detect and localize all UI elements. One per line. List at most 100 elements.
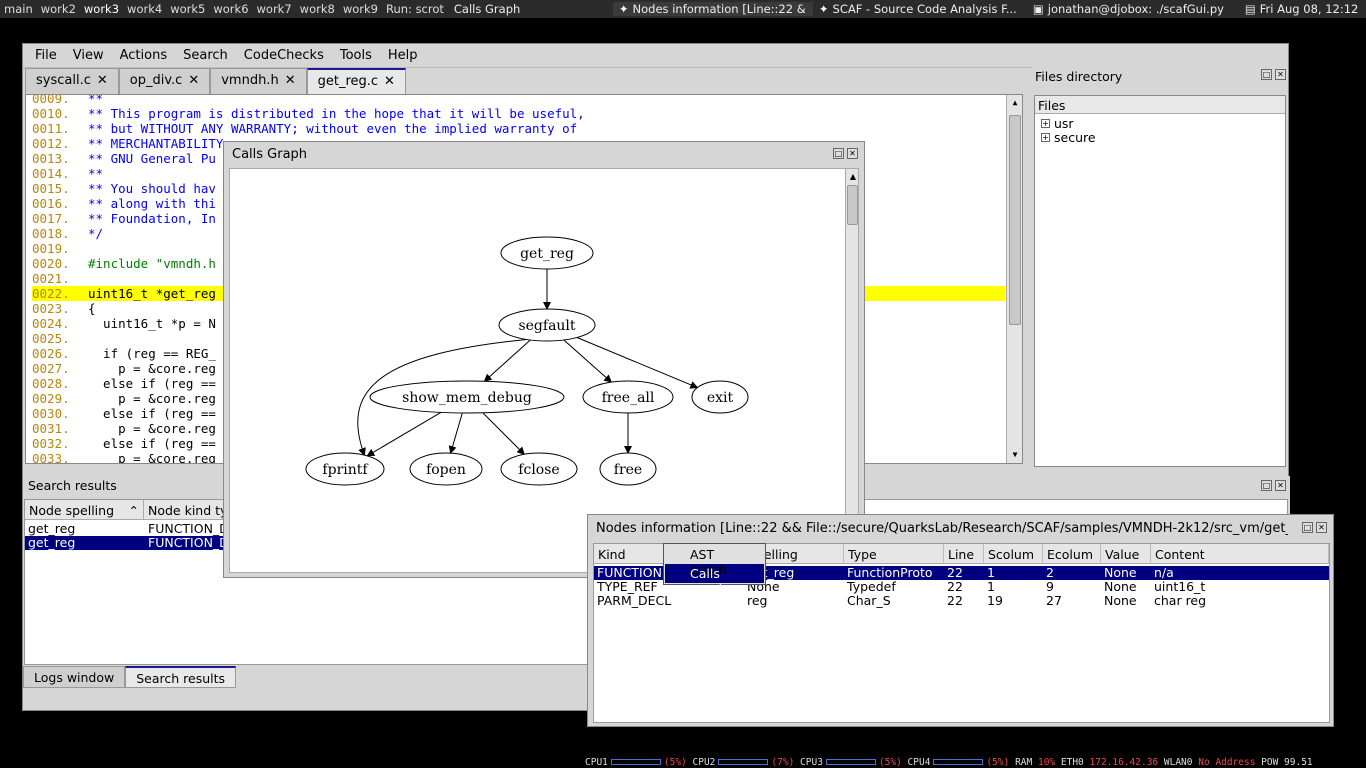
column-header-kind[interactable]: Node kind ty: [144, 500, 234, 520]
code-text: ** This program is distributed in the ho…: [88, 106, 585, 121]
column-header[interactable]: Files: [1035, 96, 1285, 114]
taskbar-scaf[interactable]: ✦ SCAF - Source Code Analysis F...: [813, 2, 1027, 16]
workspace-work2[interactable]: work2: [37, 2, 80, 16]
close-icon[interactable]: ✕: [1316, 522, 1327, 533]
workspace-work9[interactable]: work9: [339, 2, 382, 16]
tab-search-results[interactable]: Search results: [125, 666, 237, 688]
workspace-main[interactable]: main: [0, 2, 37, 16]
workspace-work6[interactable]: work6: [209, 2, 252, 16]
workspace-work5[interactable]: work5: [166, 2, 209, 16]
workspace-work7[interactable]: work7: [253, 2, 296, 16]
code-line[interactable]: 0009. **: [32, 95, 1005, 106]
code-line[interactable]: 0010. ** This program is distributed in t…: [32, 106, 1005, 121]
column-header-scolum[interactable]: Scolum: [984, 544, 1043, 564]
cell-content: n/a: [1154, 565, 1174, 580]
taskbar-terminal[interactable]: ▣ jonathan@djobox: ./scafGui.py: [1027, 2, 1239, 16]
code-text: p = &core.reg: [88, 391, 216, 406]
line-number: 0024.: [32, 316, 70, 331]
cell-content: uint16_t: [1154, 579, 1206, 594]
scroll-thumb[interactable]: [847, 185, 858, 225]
column-header-spelling[interactable]: Node spelling ⌃: [25, 500, 144, 520]
close-icon[interactable]: ✕: [1275, 480, 1286, 491]
close-icon[interactable]: ✕: [97, 73, 108, 88]
cpu2-meter: [718, 759, 769, 765]
tab-logs-window[interactable]: Logs window: [23, 666, 126, 688]
line-number: 0023.: [32, 301, 70, 316]
column-header-content[interactable]: Content: [1151, 544, 1329, 564]
column-header-line[interactable]: Line: [944, 544, 984, 564]
scroll-up-icon[interactable]: ▲: [1008, 96, 1022, 110]
menu-file[interactable]: File: [27, 48, 65, 63]
graph-node[interactable]: fprintf: [305, 452, 385, 486]
close-icon[interactable]: ✕: [847, 148, 858, 159]
code-text: ** Foundation, In: [88, 211, 216, 226]
tab-vmndh[interactable]: vmndh.h ✕: [210, 68, 307, 94]
line-number: 0020.: [32, 256, 70, 271]
menu-item-ast-graph[interactable]: AST graph: [665, 545, 764, 577]
editor-scrollbar[interactable]: ▲ ▼: [1006, 95, 1022, 463]
expand-icon[interactable]: +: [1041, 118, 1050, 128]
graph-node[interactable]: fclose: [500, 452, 578, 486]
menu-codechecks[interactable]: CodeChecks: [236, 48, 332, 63]
graph-scrollbar[interactable]: ▲: [845, 169, 858, 572]
cell-scol: 1: [987, 565, 995, 580]
graph-node[interactable]: segfault: [498, 308, 596, 342]
workspace-work3[interactable]: work3: [80, 2, 123, 16]
scroll-thumb[interactable]: [1009, 115, 1021, 325]
taskbar-calls-graph[interactable]: Calls Graph: [448, 2, 613, 16]
column-header-ecolum[interactable]: Ecolum: [1043, 544, 1101, 564]
table-row[interactable]: PARM_DECL reg Char_S 22 19 27 None char reg: [594, 594, 1329, 608]
float-icon[interactable]: □: [1261, 69, 1272, 80]
tree-item-secure[interactable]: + secure: [1035, 130, 1285, 145]
workspace-bar: main work2 work3 work4 work5 work6 work7…: [0, 0, 1366, 18]
menu-view[interactable]: View: [65, 48, 112, 63]
menu-search[interactable]: Search: [175, 48, 236, 63]
float-icon[interactable]: □: [1261, 480, 1272, 491]
tree-item-usr[interactable]: + usr: [1035, 116, 1285, 131]
files-tree[interactable]: Files + usr + secure: [1034, 95, 1286, 467]
graph-node[interactable]: free: [599, 452, 657, 486]
graph-node[interactable]: show_mem_debug: [369, 380, 565, 414]
tab-syscall[interactable]: syscall.c ✕: [25, 68, 119, 94]
taskbar-nodes-info[interactable]: ✦ Nodes information [Line::22 &: [612, 2, 813, 16]
expand-icon[interactable]: +: [1041, 132, 1050, 142]
code-text: ** along with thi: [88, 196, 216, 211]
float-icon[interactable]: □: [833, 148, 844, 159]
code-line[interactable]: 0011. ** but WITHOUT ANY WARRANTY; withou…: [32, 121, 1005, 136]
scroll-down-icon[interactable]: ▼: [1008, 448, 1022, 462]
close-icon[interactable]: ✕: [1275, 69, 1286, 80]
menu-actions[interactable]: Actions: [112, 48, 176, 63]
scroll-up-icon[interactable]: ▲: [846, 170, 858, 184]
tab-op-div[interactable]: op_div.c ✕: [118, 68, 211, 94]
terminal-icon: ▣: [1032, 2, 1044, 16]
graph-node[interactable]: fopen: [409, 452, 483, 486]
graph-node[interactable]: exit: [691, 380, 749, 414]
line-number: 0025.: [32, 331, 70, 346]
column-header-type[interactable]: Type: [844, 544, 944, 564]
line-number: 0022.: [32, 286, 70, 301]
column-header-value[interactable]: Value: [1101, 544, 1151, 564]
window-title: Nodes information [Line::22 && File::/se…: [596, 521, 1288, 536]
close-icon[interactable]: ✕: [384, 74, 395, 89]
code-text: ** GNU General Pu: [88, 151, 216, 166]
graph-canvas[interactable]: get_reg segfault show_mem_debug free_all exi…: [229, 168, 859, 573]
menu-help[interactable]: Help: [380, 48, 426, 63]
run-prompt[interactable]: Run: scrot: [382, 2, 448, 16]
code-text: p = &core.reg: [88, 421, 216, 436]
graph-edge: [366, 411, 442, 457]
cell-type: Typedef: [847, 579, 896, 594]
close-icon[interactable]: ✕: [188, 73, 199, 88]
code-text: uint16_t *p = N: [88, 316, 216, 331]
menu-tools[interactable]: Tools: [332, 48, 380, 63]
graph-node[interactable]: free_all: [582, 380, 674, 414]
line-number: 0030.: [32, 406, 70, 421]
workspace-work4[interactable]: work4: [123, 2, 166, 16]
float-icon[interactable]: □: [1302, 522, 1313, 533]
line-number: 0028.: [32, 376, 70, 391]
tab-get-reg[interactable]: get_reg.c ✕: [306, 68, 406, 94]
code-text: ** MERCHANTABILITY: [88, 136, 224, 151]
workspace-work8[interactable]: work8: [296, 2, 339, 16]
menu-item-calls-graph[interactable]: Calls graph: [665, 564, 764, 596]
close-icon[interactable]: ✕: [285, 73, 296, 88]
graph-node[interactable]: get_reg: [500, 236, 594, 270]
